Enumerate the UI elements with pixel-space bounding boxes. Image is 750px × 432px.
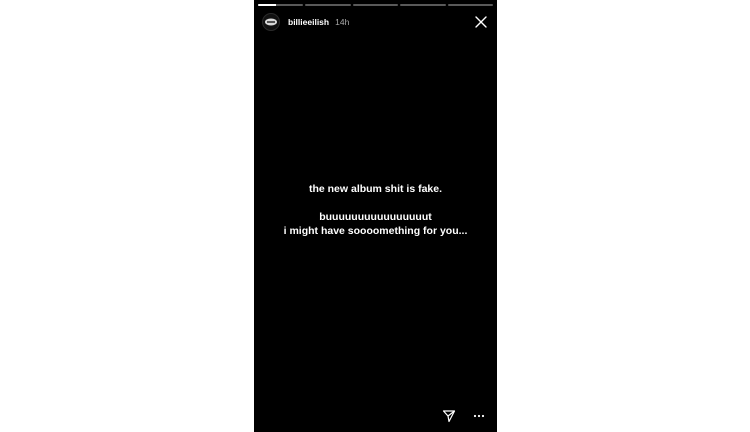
story-header: billieeilish 14h	[262, 12, 489, 32]
timestamp: 14h	[335, 17, 350, 27]
progress-segment	[305, 4, 351, 6]
progress-segment	[352, 4, 399, 6]
progress-segment	[400, 4, 446, 6]
page: billieeilish 14h the new album shit is f…	[0, 0, 750, 432]
progress-segment	[258, 4, 304, 6]
avatar-image	[265, 18, 277, 26]
more-icon	[473, 414, 485, 418]
progress-segment	[447, 4, 494, 6]
story-progress-bar	[258, 4, 494, 6]
story-text: the new album shit is fake. buuuuuuuuuuu…	[254, 182, 497, 238]
story-text-line: buuuuuuuuuuuuuuuut	[319, 211, 432, 223]
more-button[interactable]	[471, 408, 487, 424]
close-button[interactable]	[473, 14, 489, 30]
send-icon	[442, 410, 456, 423]
story-footer	[441, 408, 487, 424]
story-text-line: i might have soooomething for you...	[283, 225, 468, 237]
story-text-line: the new album shit is fake.	[308, 183, 443, 195]
story-viewer[interactable]: billieeilish 14h the new album shit is f…	[254, 0, 497, 432]
close-icon	[475, 16, 487, 28]
username[interactable]: billieeilish	[288, 17, 329, 27]
send-button[interactable]	[441, 408, 457, 424]
avatar[interactable]	[262, 13, 280, 31]
